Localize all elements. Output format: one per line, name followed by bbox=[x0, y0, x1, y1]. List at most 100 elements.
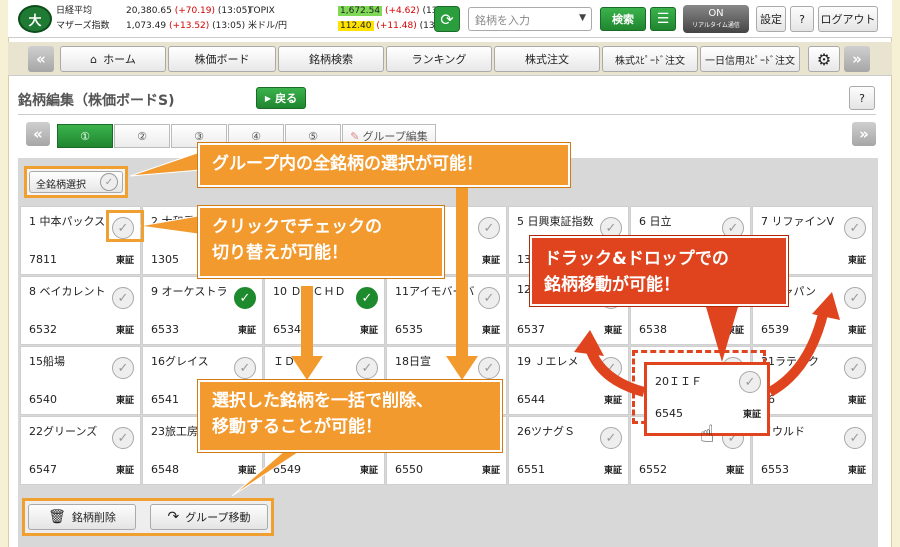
stock-exchange: 東証 bbox=[847, 256, 866, 266]
nav-margin-speed-order[interactable]: 一日信用ｽﾋﾟｰﾄﾞ注文 bbox=[700, 46, 800, 72]
back-button[interactable]: ▶ 戻る bbox=[256, 87, 306, 109]
check-icon[interactable]: ✓ bbox=[478, 287, 500, 309]
tab-group-1[interactable]: ① bbox=[57, 124, 113, 148]
page-title: 銘柄編集（株価ボードS) bbox=[18, 93, 175, 109]
nav-prev-icon[interactable]: « bbox=[28, 46, 54, 72]
search-input[interactable]: 銘柄を入力 ▼ bbox=[468, 7, 592, 31]
stock-cell[interactable]: ソウルド ✓ 6553 東証 bbox=[752, 416, 873, 485]
gear-icon[interactable]: ⚙ bbox=[808, 46, 840, 72]
stock-exchange: 東証 bbox=[847, 396, 866, 406]
mothers-value: 1,073.49 bbox=[126, 21, 167, 31]
check-icon[interactable]: ✓ bbox=[739, 371, 761, 393]
nav-home[interactable]: ⌂ ホーム bbox=[60, 46, 166, 72]
refresh-icon[interactable]: ⟳ bbox=[434, 6, 460, 32]
stock-code: 6544 bbox=[517, 393, 545, 406]
check-icon[interactable]: ✓ bbox=[356, 357, 378, 379]
stock-name: 7 リファインV bbox=[761, 215, 835, 228]
nav-board[interactable]: 株価ボード bbox=[168, 46, 276, 72]
check-icon[interactable]: ✓ bbox=[112, 287, 134, 309]
stock-name: 1 中本パックス bbox=[29, 215, 106, 228]
move-group-button[interactable]: ↷ グループ移動 bbox=[150, 504, 268, 530]
stock-code: 6538 bbox=[639, 323, 667, 336]
check-icon[interactable]: ✓ bbox=[234, 357, 256, 379]
stock-exchange: 東証 bbox=[115, 396, 134, 406]
stock-code: 6553 bbox=[761, 463, 789, 476]
check-icon: ✓ bbox=[100, 173, 118, 191]
stock-name: 18日宣 bbox=[395, 355, 431, 368]
stock-code: 6551 bbox=[517, 463, 545, 476]
stock-name: ソウルド bbox=[761, 425, 805, 438]
stock-exchange: 東証 bbox=[603, 466, 622, 476]
check-icon[interactable]: ✓ bbox=[356, 287, 378, 309]
list-icon[interactable]: ☰ bbox=[650, 7, 676, 31]
stock-name: 8 ベイカレント bbox=[29, 285, 106, 298]
check-icon[interactable]: ✓ bbox=[478, 357, 500, 379]
stock-cell[interactable]: 26ツナグＳ ✓ 6551 東証 bbox=[508, 416, 629, 485]
mothers-time: (13:05) bbox=[212, 21, 246, 31]
stock-cell[interactable]: 9 オーケストラ ✓ 6533 東証 bbox=[142, 276, 263, 345]
stock-name: 11アイモバーバ bbox=[395, 285, 475, 298]
stock-exchange: 東証 bbox=[115, 466, 134, 476]
logout-button[interactable]: ログアウト bbox=[818, 6, 878, 32]
realtime-on-label: ON bbox=[708, 8, 724, 19]
stock-cell[interactable]: 8 ベイカレント ✓ 6532 東証 bbox=[20, 276, 141, 345]
help-button[interactable]: ? bbox=[790, 6, 814, 32]
callout-select-all-text: グループ内の全銘柄の選択が可能！ bbox=[212, 154, 483, 174]
stock-cell[interactable]: 11アイモバーバ ✓ 6535 東証 bbox=[386, 276, 507, 345]
stock-exchange: 東証 bbox=[481, 326, 500, 336]
topix-value: 1,672.54 bbox=[338, 6, 383, 16]
select-all-button[interactable]: 全銘柄選択 ✓ bbox=[29, 171, 123, 193]
stock-code: 7811 bbox=[29, 253, 57, 266]
nav-search[interactable]: 銘柄検索 bbox=[278, 46, 384, 72]
stock-cell[interactable]: 15船場 ✓ 6540 東証 bbox=[20, 346, 141, 415]
settings-button[interactable]: 設定 bbox=[756, 6, 786, 32]
stock-name: ＩＤ bbox=[273, 355, 295, 368]
check-icon[interactable]: ✓ bbox=[600, 427, 622, 449]
callout-dragdrop: ドラック&ドロップでの 銘柄移動が可能！ bbox=[530, 236, 788, 306]
group-edit-label: グループ編集 bbox=[362, 130, 428, 143]
stock-exchange: 東証 bbox=[237, 466, 256, 476]
logo-icon[interactable]: 大 bbox=[18, 5, 52, 33]
realtime-sub-label: リアルタイム通信 bbox=[692, 22, 740, 29]
stock-exchange: 東証 bbox=[359, 466, 378, 476]
nav-order[interactable]: 株式注文 bbox=[494, 46, 600, 72]
check-icon[interactable]: ✓ bbox=[112, 357, 134, 379]
check-icon[interactable]: ✓ bbox=[844, 287, 866, 309]
stock-cell[interactable]: 21ラテック✓46東証 bbox=[752, 346, 873, 415]
stock-cell[interactable]: 10 ＤＡＣＨＤ ✓ 6534 東証 bbox=[264, 276, 385, 345]
tabs-next-icon[interactable]: » bbox=[852, 122, 876, 146]
stock-name: 5 日興東証指数 bbox=[517, 215, 594, 228]
check-icon[interactable]: ✓ bbox=[600, 357, 622, 379]
stock-code: 6548 bbox=[151, 463, 179, 476]
stock-code: 6532 bbox=[29, 323, 57, 336]
nav-next-icon[interactable]: » bbox=[844, 46, 870, 72]
stock-name: 9 オーケストラ bbox=[151, 285, 228, 298]
check-icon[interactable]: ✓ bbox=[112, 427, 134, 449]
check-icon[interactable]: ✓ bbox=[844, 357, 866, 379]
stock-cell[interactable]: 19 Ｊエレメ ✓ 6544 東証 bbox=[508, 346, 629, 415]
check-icon[interactable]: ✓ bbox=[478, 217, 500, 239]
check-icon[interactable]: ✓ bbox=[844, 427, 866, 449]
stock-exchange: 東証 bbox=[847, 326, 866, 336]
callout-bulk: 選択した銘柄を一括で削除、 移動することが可能！ bbox=[198, 380, 502, 452]
stock-code: 6539 bbox=[761, 323, 789, 336]
usdjpy-label: 米ドル/円 bbox=[248, 21, 288, 31]
stock-code: 6534 bbox=[273, 323, 301, 336]
stock-cell[interactable]: 22グリーンズ ✓ 6547 東証 bbox=[20, 416, 141, 485]
search-button[interactable]: 検索 bbox=[600, 7, 646, 31]
chevron-down-icon[interactable]: ▼ bbox=[579, 13, 586, 23]
tab-group-2[interactable]: ② bbox=[114, 124, 170, 148]
check-icon[interactable]: ✓ bbox=[844, 217, 866, 239]
check-icon[interactable]: ✓ bbox=[234, 287, 256, 309]
usdjpy-change: (+11.48) bbox=[376, 21, 417, 31]
stock-code: 13 bbox=[517, 253, 531, 266]
stock-code: 6540 bbox=[29, 393, 57, 406]
delete-button[interactable]: 🗑 銘柄削除 bbox=[28, 504, 136, 530]
tabs-prev-icon[interactable]: « bbox=[26, 122, 50, 146]
nav-ranking[interactable]: ランキング bbox=[386, 46, 492, 72]
drag-card-exchange: 東証 bbox=[742, 410, 761, 420]
stock-name: 21ラテック bbox=[761, 355, 819, 368]
realtime-toggle[interactable]: ON リアルタイム通信 bbox=[683, 5, 749, 33]
nav-speed-order[interactable]: 株式ｽﾋﾟｰﾄﾞ注文 bbox=[602, 46, 698, 72]
page-help-button[interactable]: ? bbox=[849, 86, 875, 110]
